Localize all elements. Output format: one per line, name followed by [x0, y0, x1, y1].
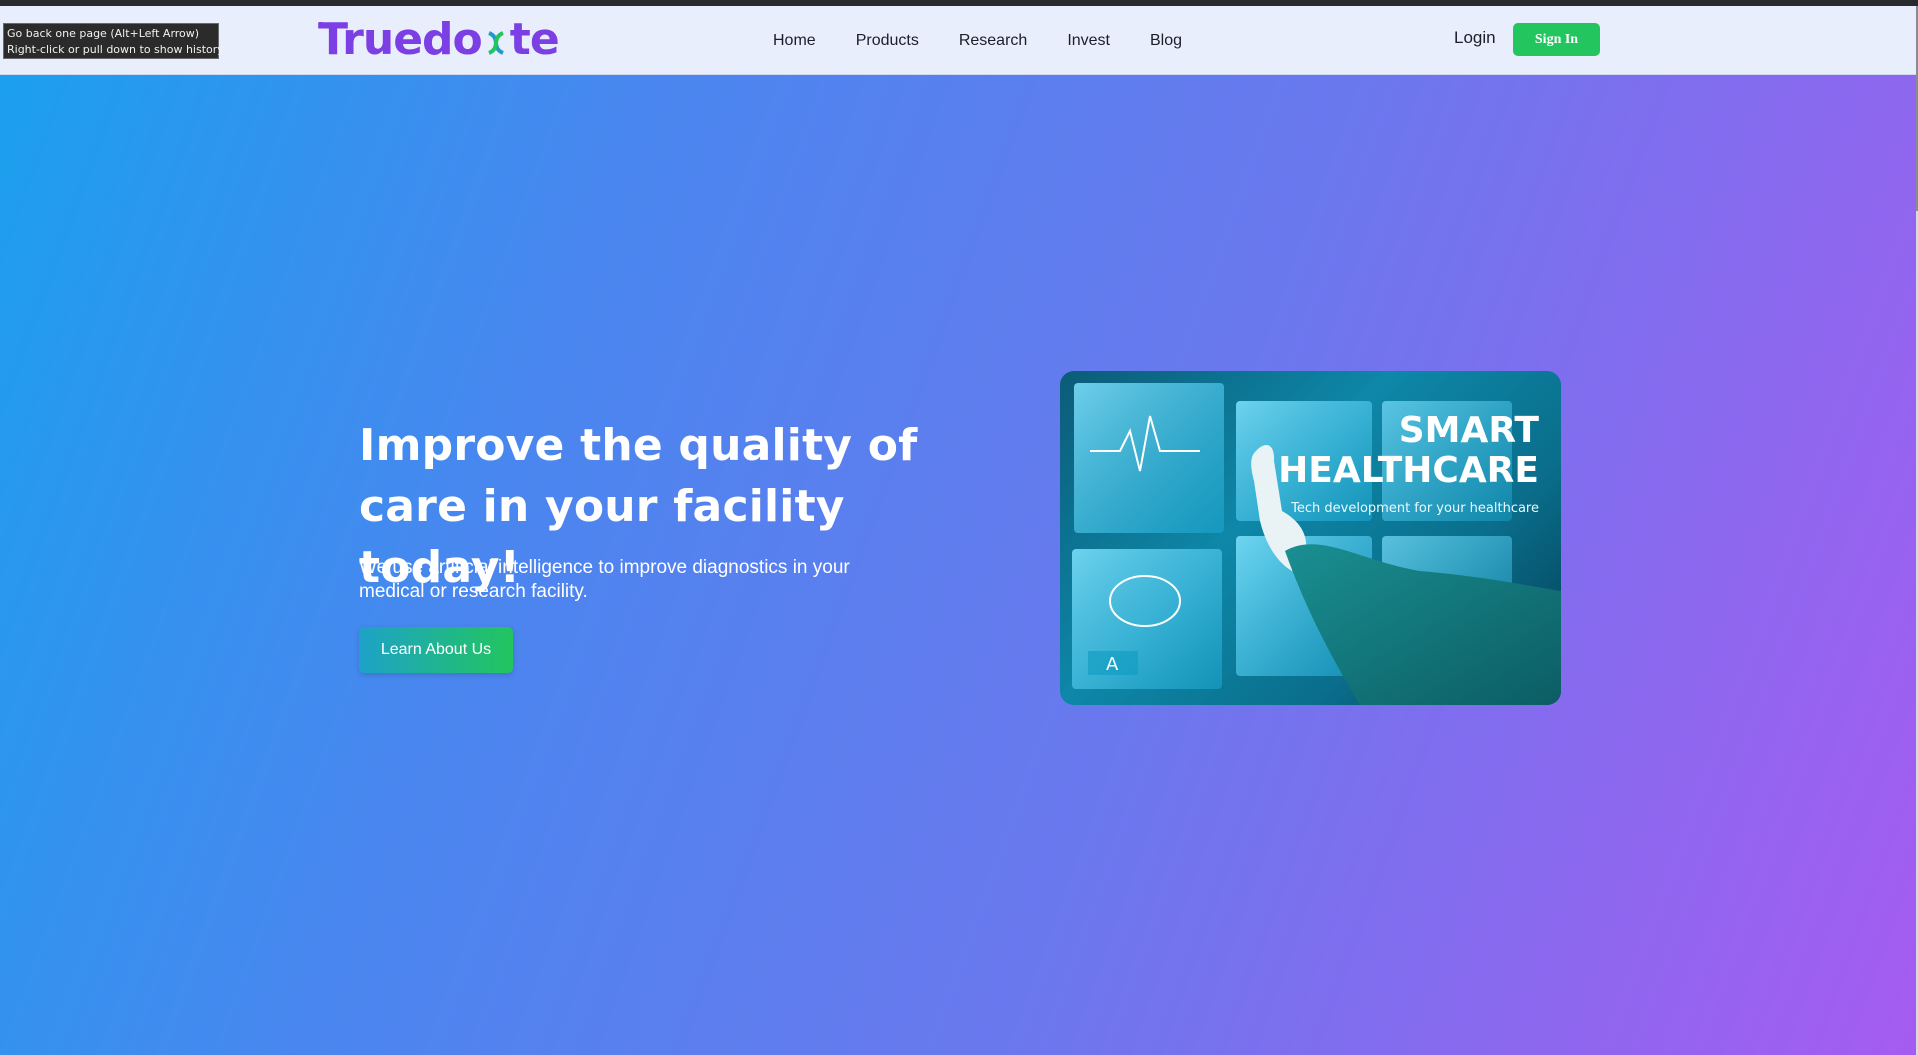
- image-title-line2: HEALTHCARE: [1278, 450, 1539, 491]
- navbar: Truedo te Home Products Research Invest B…: [0, 6, 1916, 75]
- learn-about-us-button[interactable]: Learn About Us: [359, 627, 513, 673]
- nav-blog[interactable]: Blog: [1150, 32, 1182, 50]
- login-link[interactable]: Login: [1454, 28, 1496, 48]
- signin-button[interactable]: Sign In: [1513, 23, 1600, 56]
- image-tagline: Tech development for your healthcare: [1291, 501, 1539, 516]
- back-button-tooltip: Go back one page (Alt+Left Arrow) Right-…: [3, 23, 224, 59]
- nav-home[interactable]: Home: [773, 32, 816, 50]
- logo-text-pre: Truedo: [318, 14, 483, 65]
- panel-letter: A: [1106, 654, 1119, 675]
- tooltip-line2: Right-click or pull down to show history: [7, 43, 224, 56]
- smart-healthcare-image: A SMART HEALTHCARE Tech development for …: [1060, 371, 1561, 705]
- tooltip-line1: Go back one page (Alt+Left Arrow): [7, 27, 200, 40]
- dna-icon: [487, 31, 504, 55]
- logo-text-post: te: [509, 14, 560, 65]
- page: Truedo te Home Products Research Invest B…: [0, 6, 1916, 1055]
- logo[interactable]: Truedo te: [318, 14, 560, 65]
- logo-mark: [319, 22, 323, 28]
- image-title-line1: SMART: [1398, 410, 1539, 451]
- image-title: SMART HEALTHCARE: [1278, 411, 1539, 491]
- nav-links: Home Products Research Invest Blog: [773, 6, 1222, 75]
- hero-subtitle: We use artificial intelligence to improv…: [359, 557, 850, 602]
- nav-research[interactable]: Research: [959, 32, 1027, 50]
- nav-invest[interactable]: Invest: [1067, 32, 1110, 50]
- nav-products[interactable]: Products: [856, 32, 919, 50]
